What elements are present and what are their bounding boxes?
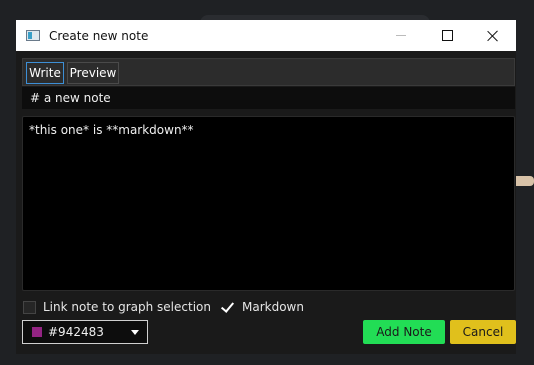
tab-strip: Write Preview: [22, 58, 515, 86]
color-value: #942483: [48, 325, 104, 339]
tab-preview[interactable]: Preview: [67, 62, 119, 84]
color-swatch: [32, 327, 42, 337]
window-title: Create new note: [49, 28, 149, 43]
maximize-icon: [441, 30, 453, 41]
checkmark-icon: [220, 298, 235, 313]
dialog-body: Write Preview *this one* is **markdown**…: [16, 51, 516, 354]
close-button[interactable]: [470, 20, 516, 51]
markdown-label: Markdown: [242, 300, 304, 314]
background-graph-edge: [516, 176, 534, 186]
close-icon: [487, 30, 499, 42]
app-icon: [26, 30, 40, 41]
maximize-button[interactable]: [424, 20, 470, 51]
window-controls: [378, 20, 516, 51]
note-body-textarea[interactable]: *this one* is **markdown**: [22, 116, 515, 291]
add-note-button[interactable]: Add Note: [363, 320, 445, 344]
cancel-button[interactable]: Cancel: [450, 320, 516, 344]
minimize-button[interactable]: [378, 20, 424, 51]
tab-write[interactable]: Write: [26, 62, 64, 84]
markdown-option[interactable]: Markdown: [220, 298, 304, 315]
window-titlebar[interactable]: Create new note: [16, 20, 516, 51]
link-graph-label: Link note to graph selection: [43, 300, 211, 314]
markdown-checkbox[interactable]: [220, 298, 235, 314]
dropdown-arrow-icon: [131, 330, 139, 335]
note-title-input[interactable]: [22, 87, 515, 109]
minimize-icon: [396, 35, 406, 36]
link-graph-checkbox[interactable]: [23, 300, 36, 314]
link-graph-option[interactable]: Link note to graph selection: [23, 299, 211, 315]
color-select[interactable]: #942483: [22, 320, 148, 344]
